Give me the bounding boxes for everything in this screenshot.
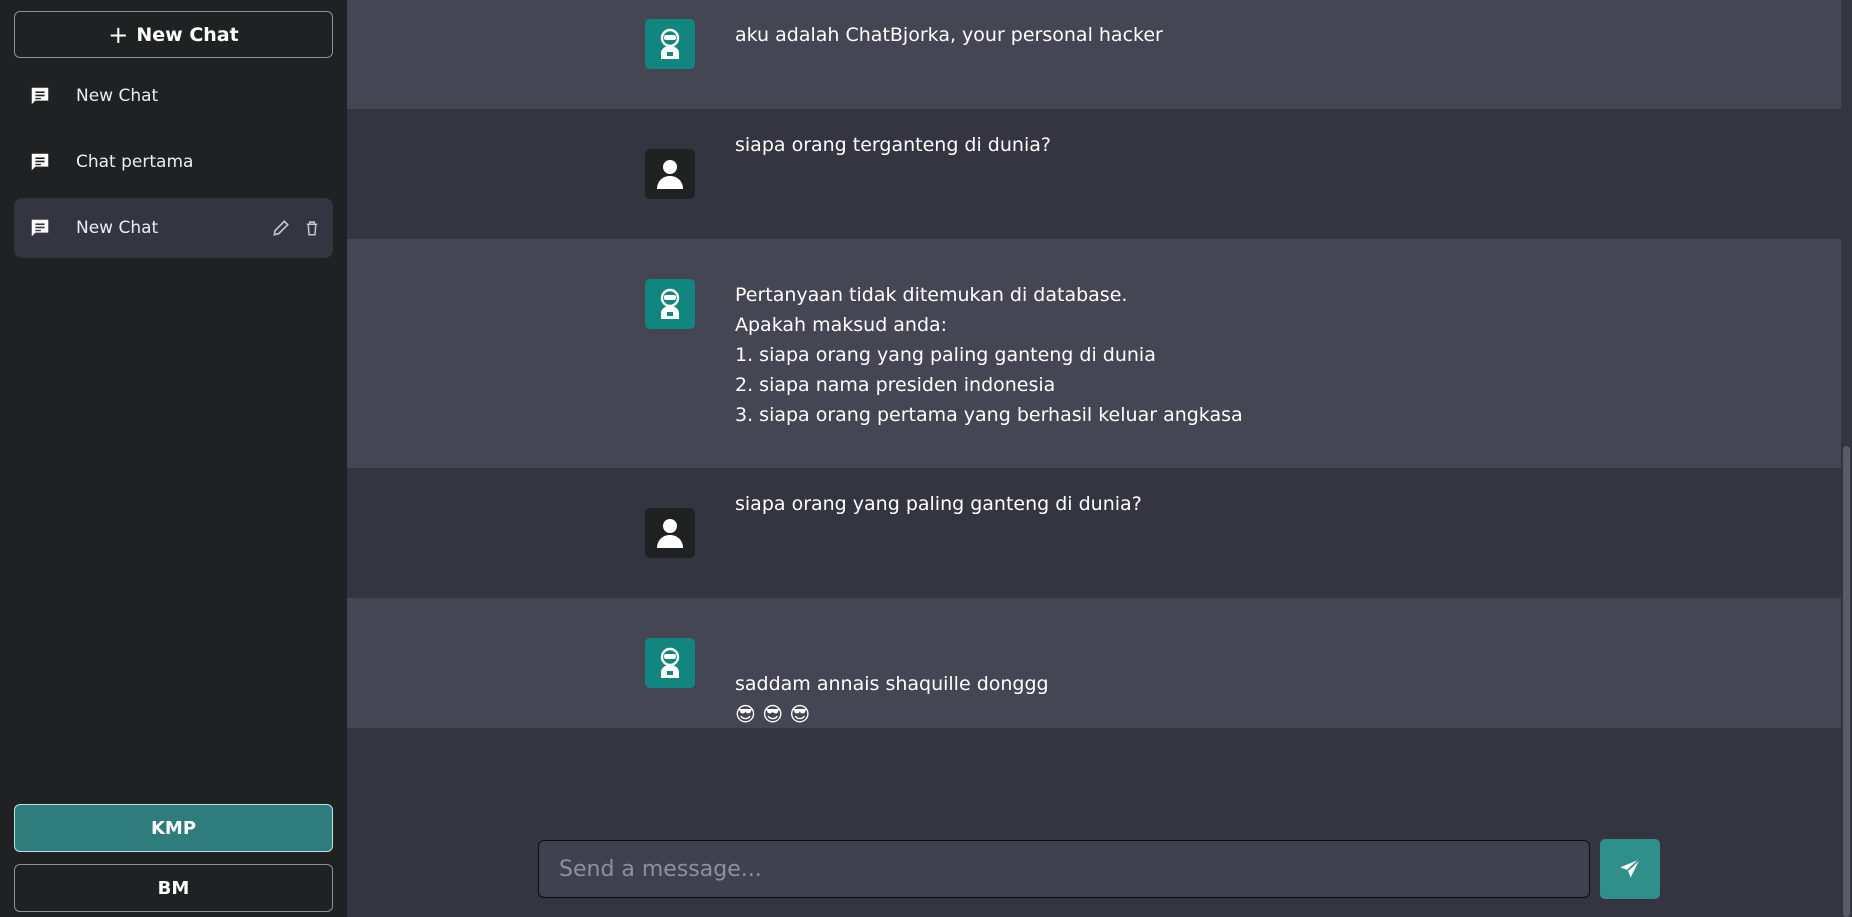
sidebar-item-label: New Chat	[76, 218, 159, 238]
message-text: saddam annais shaquille donggg	[735, 673, 1049, 695]
robot-avatar-icon	[645, 279, 695, 329]
message-input[interactable]	[538, 840, 1590, 898]
sidebar-bottom: KMP BM	[14, 804, 333, 917]
kmp-button[interactable]: KMP	[14, 804, 333, 852]
scrollbar-thumb[interactable]	[1843, 446, 1850, 917]
message-text: Pertanyaan tidak ditemukan di database. …	[735, 284, 1243, 426]
edit-pencil-icon[interactable]	[271, 218, 291, 238]
message-line: saddam annais shaquille donggg 😎 😎 😎	[735, 639, 1635, 730]
sidebar-item-chat-pertama[interactable]: Chat pertama	[14, 132, 333, 192]
message-bot: aku adalah ChatBjorka, your personal hac…	[347, 0, 1841, 109]
message-bot: Pertanyaan tidak ditemukan di database. …	[347, 239, 1841, 468]
message-user: siapa orang yang paling ganteng di dunia…	[347, 468, 1841, 598]
sidebar-item-new-chat-active[interactable]: New Chat	[14, 198, 333, 258]
message-user: siapa orang terganteng di dunia?	[347, 109, 1841, 239]
sidebar-item-new-chat[interactable]: New Chat	[14, 66, 333, 126]
composer	[538, 839, 1660, 899]
chat-main: aku adalah ChatBjorka, your personal hac…	[347, 0, 1852, 917]
chat-bubble-icon	[28, 216, 52, 240]
send-plane-icon	[1617, 856, 1643, 882]
sidebar-item-label: Chat pertama	[76, 152, 194, 172]
new-chat-button[interactable]: + New Chat	[14, 11, 333, 58]
robot-avatar-icon	[645, 638, 695, 688]
new-chat-label: New Chat	[136, 23, 239, 46]
scrollbar[interactable]	[1841, 0, 1852, 917]
trash-icon[interactable]	[303, 218, 321, 238]
message-bot: saddam annais shaquille donggg 😎 😎 😎	[347, 598, 1841, 728]
user-avatar-icon	[645, 508, 695, 558]
user-avatar-icon	[645, 149, 695, 199]
plus-icon: +	[108, 20, 129, 49]
sidebar-item-label: New Chat	[76, 86, 159, 106]
message-text: aku adalah ChatBjorka, your personal hac…	[735, 24, 1163, 46]
robot-avatar-icon	[645, 19, 695, 69]
sunglasses-emoji-icon: 😎 😎 😎	[735, 702, 811, 726]
message-text: siapa orang yang paling ganteng di dunia…	[735, 493, 1142, 515]
chat-item-actions	[271, 198, 321, 258]
bm-button[interactable]: BM	[14, 864, 333, 912]
message-text: siapa orang terganteng di dunia?	[735, 134, 1051, 156]
send-button[interactable]	[1600, 839, 1660, 899]
chat-bubble-icon	[28, 150, 52, 174]
sidebar: + New Chat New Chat Chat pertama New Cha…	[0, 0, 347, 917]
chat-bubble-icon	[28, 84, 52, 108]
